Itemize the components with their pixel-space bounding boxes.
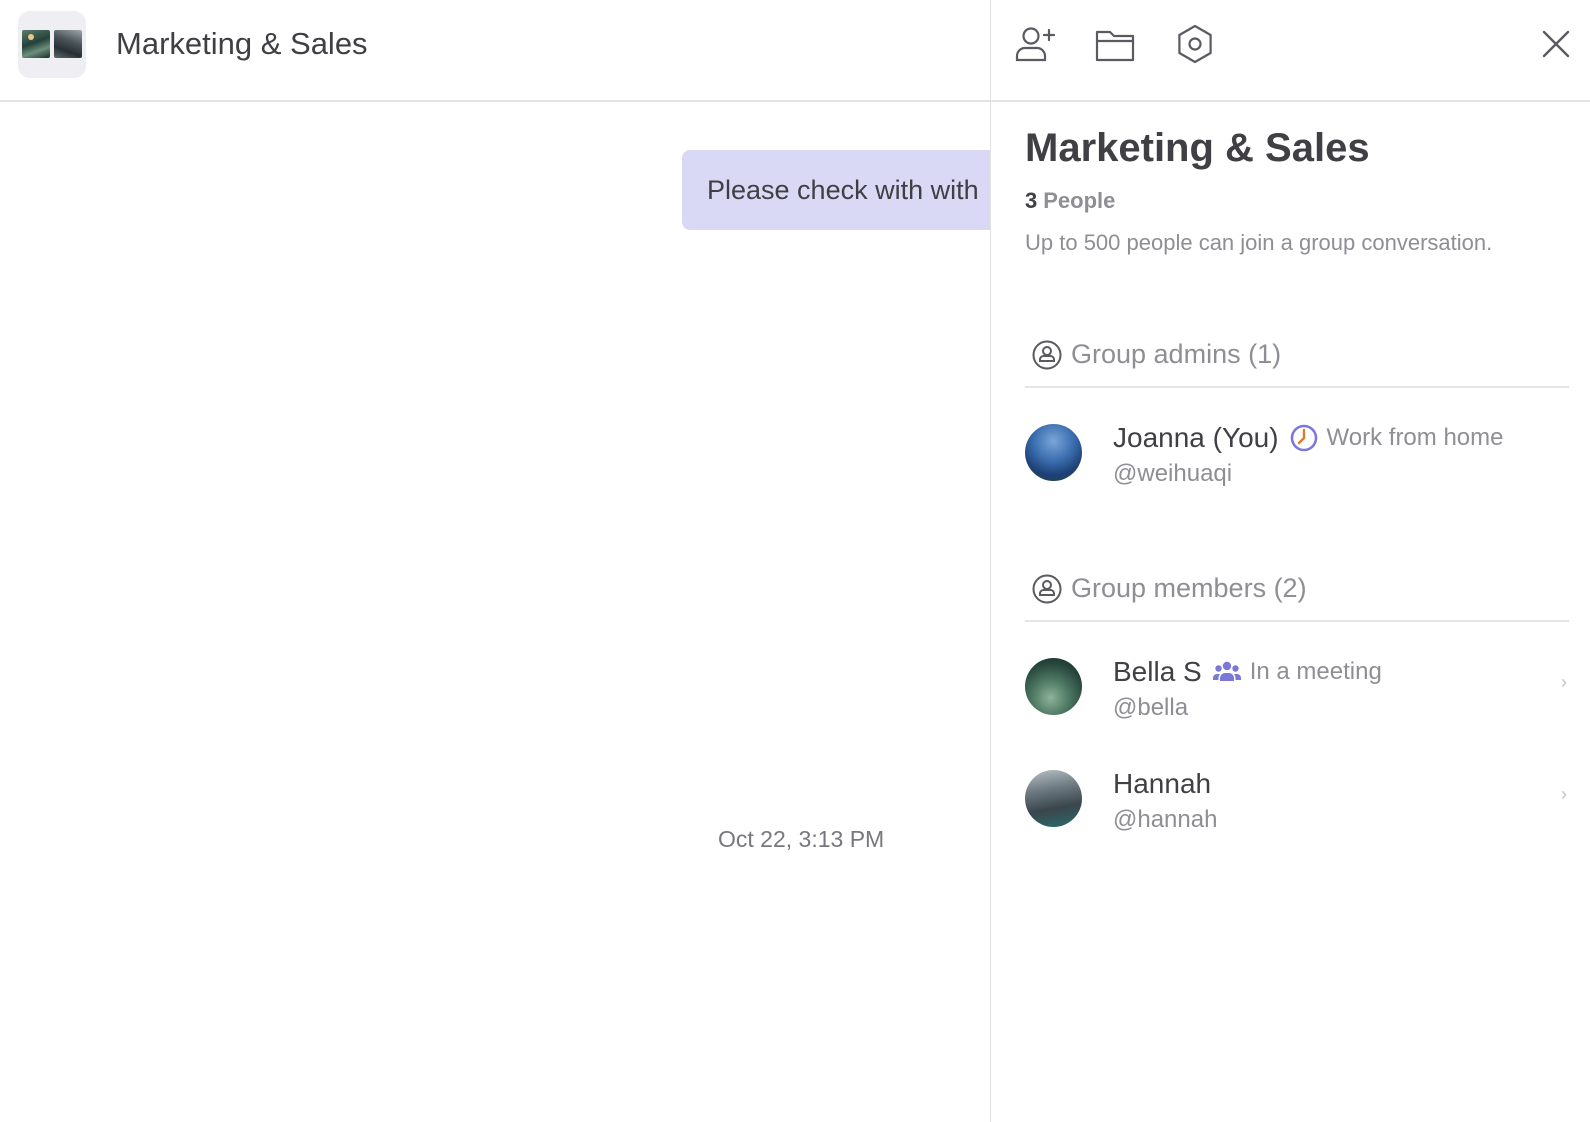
member-handle: @weihuaqi: [1113, 460, 1233, 487]
member-name-line: Bella S In a meeting: [1113, 654, 1382, 690]
message-text: Please check with with: [707, 175, 979, 205]
folder-icon: [1095, 30, 1135, 62]
add-member-button[interactable]: [1013, 22, 1057, 66]
avatar: [1025, 770, 1082, 827]
member-name: Joanna (You): [1113, 422, 1279, 453]
member-handle: @hannah: [1113, 806, 1218, 833]
group-avatar-tile: [22, 30, 50, 58]
member-name-line: Hannah: [1113, 766, 1211, 802]
settings-button[interactable]: [1173, 22, 1217, 66]
message-timestamp: Oct 22, 3:13 PM: [718, 826, 885, 852]
chat-header: Marketing & Sales: [0, 0, 991, 102]
panel-toolbar: [991, 0, 1590, 102]
meeting-icon: [1212, 657, 1242, 687]
panel-title: Marketing & Sales: [1025, 126, 1370, 170]
group-avatar[interactable]: [18, 11, 86, 78]
chevron-right-icon[interactable]: ›: [1561, 672, 1567, 693]
close-panel-button[interactable]: [1534, 22, 1578, 66]
section-title: Group members (2): [1071, 573, 1307, 603]
member-name-line: Joanna (You) Work from home: [1113, 420, 1503, 456]
people-count: 3 People: [1025, 188, 1115, 214]
people-count-label: People: [1043, 188, 1116, 213]
member-row-joanna[interactable]: Joanna (You) Work from home @weihuaqi: [1025, 420, 1569, 510]
avatar: [1025, 658, 1082, 715]
chat-title[interactable]: Marketing & Sales: [116, 24, 368, 64]
group-avatar-tile: [54, 30, 82, 58]
files-button[interactable]: [1093, 22, 1137, 66]
people-count-number: 3: [1025, 188, 1038, 213]
chat-pane: Marketing & Sales Please check with with…: [0, 0, 991, 1122]
settings-icon: [1178, 24, 1212, 64]
member-status: In a meeting: [1249, 658, 1382, 685]
member-handle: @bella: [1113, 694, 1189, 721]
chevron-right-icon[interactable]: ›: [1561, 784, 1567, 805]
member-row-hannah[interactable]: Hannah @hannah ›: [1025, 766, 1569, 856]
user-circle-icon: [1031, 339, 1063, 371]
member-row-bella[interactable]: Bella S In a meeting @bella ›: [1025, 654, 1569, 744]
member-name: Hannah: [1113, 768, 1212, 799]
section-group-admins: Group admins (1): [1025, 334, 1569, 388]
member-status: Work from home: [1326, 424, 1504, 451]
conversation-details-panel: Marketing & Sales 3 People Up to 500 peop…: [990, 0, 1590, 1122]
section-title: Group admins (1): [1071, 339, 1282, 369]
close-icon: [1542, 30, 1570, 58]
message-bubble[interactable]: Please check with with: [682, 150, 991, 230]
section-group-members: Group members (2): [1025, 568, 1569, 622]
clock-icon: [1289, 423, 1319, 453]
add-member-icon: [1015, 27, 1056, 62]
member-name: Bella S: [1113, 656, 1202, 687]
user-circle-icon: [1031, 573, 1063, 605]
group-info-text: Up to 500 people can join a group conver…: [1025, 230, 1493, 255]
avatar: [1025, 424, 1082, 481]
